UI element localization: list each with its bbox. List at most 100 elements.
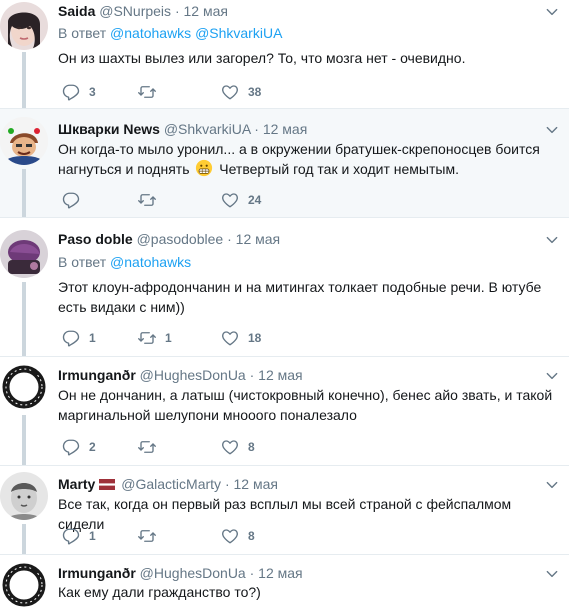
retweet-button[interactable]: [138, 437, 165, 457]
chevron-down-icon[interactable]: [545, 369, 559, 383]
tweet-header: Irmunganðr @HughesDonUa · 12 мая: [58, 366, 303, 384]
reply-mentions[interactable]: @natohawks: [110, 254, 191, 270]
like-button[interactable]: 18: [221, 328, 261, 348]
separator-dot: ·: [249, 565, 255, 581]
retweet-button[interactable]: [138, 190, 165, 210]
timestamp[interactable]: 12 мая: [263, 121, 307, 137]
tweet-text: Этот клоун-афродончанин и на митингах то…: [58, 279, 542, 315]
thread-line: [22, 524, 26, 554]
like-count: 18: [248, 331, 262, 345]
latvia-flag-icon: [99, 479, 116, 490]
like-count: 8: [248, 529, 255, 543]
heart-icon: [221, 191, 239, 209]
display-name[interactable]: Шкварки News: [58, 121, 160, 137]
heart-icon: [221, 83, 239, 101]
like-button[interactable]: 8: [221, 437, 255, 457]
tweet-header: Irmunganðr @HughesDonUa · 12 мая: [58, 564, 303, 582]
avatar[interactable]: [0, 230, 48, 278]
user-handle[interactable]: @HughesDonUa: [140, 367, 246, 383]
chevron-down-icon[interactable]: [545, 478, 559, 492]
heart-icon: [221, 527, 239, 545]
tweet-actions: 1 1 18: [58, 328, 358, 348]
reply-button[interactable]: 1: [62, 526, 96, 546]
tweet-header: Marty @GalacticMarty · 12 мая: [58, 475, 278, 493]
display-name[interactable]: Marty: [58, 476, 95, 492]
tweet-header: Шкварки News @ShkvarkiUA · 12 мая: [58, 120, 307, 138]
retweet-button[interactable]: 1: [138, 328, 172, 348]
retweet-button[interactable]: [138, 526, 165, 546]
reply-count: 3: [89, 85, 96, 99]
tweet[interactable]: Marty @GalacticMarty · 12 мая Все так, к…: [0, 466, 569, 555]
tweet[interactable]: Irmunganðr @HughesDonUa · 12 мая Как ему…: [0, 555, 569, 609]
like-count: 8: [248, 440, 255, 454]
avatar[interactable]: [0, 363, 48, 411]
user-handle[interactable]: @HughesDonUa: [140, 565, 246, 581]
reply-count: 1: [89, 529, 96, 543]
separator-dot: ·: [174, 3, 180, 19]
heart-icon: [221, 329, 239, 347]
separator-dot: ·: [254, 121, 259, 137]
tweet[interactable]: Saida @SNurpeis · 12 мая В ответ @natoha…: [0, 0, 569, 109]
tweet-text-part: Четвертый год так и ходит немытым.: [219, 161, 459, 177]
like-button[interactable]: 38: [221, 82, 261, 102]
like-button[interactable]: 8: [221, 526, 255, 546]
retweet-icon: [138, 191, 156, 209]
tweet-header: Saida @SNurpeis · 12 мая: [58, 2, 228, 20]
separator-dot: ·: [227, 231, 232, 247]
reply-button[interactable]: 1: [62, 328, 96, 348]
reply-mentions[interactable]: @natohawks @ShkvarkiUA: [110, 25, 282, 41]
tweet[interactable]: Шкварки News @ShkvarkiUA · 12 мая Он ког…: [0, 109, 569, 218]
reply-context: В ответ @natohawks @ShkvarkiUA: [58, 24, 282, 42]
reply-prefix: В ответ: [58, 254, 107, 270]
user-handle[interactable]: @SNurpeis: [99, 3, 171, 19]
like-button[interactable]: 24: [221, 190, 261, 210]
chevron-down-icon[interactable]: [545, 233, 559, 247]
timestamp[interactable]: 12 мая: [258, 367, 302, 383]
timestamp[interactable]: 12 мая: [258, 565, 302, 581]
display-name[interactable]: Irmunganðr: [58, 565, 136, 581]
chevron-down-icon[interactable]: [545, 567, 559, 581]
user-handle[interactable]: @GalacticMarty: [121, 476, 221, 492]
retweet-count: 1: [165, 331, 172, 345]
chevron-down-icon[interactable]: [545, 123, 559, 137]
avatar[interactable]: [0, 561, 48, 609]
tweet[interactable]: Irmunganðr @HughesDonUa · 12 мая Он не д…: [0, 357, 569, 466]
separator-dot: ·: [249, 367, 255, 383]
retweet-button[interactable]: [138, 82, 165, 102]
reply-icon: [62, 191, 80, 209]
display-name[interactable]: Irmunganðr: [58, 367, 136, 383]
reply-count: 1: [89, 331, 96, 345]
tweet-header: Paso doble @pasodoblee · 12 мая: [58, 230, 280, 248]
chevron-down-icon[interactable]: [545, 5, 559, 19]
tweet-actions: 1 8: [58, 526, 358, 546]
timestamp[interactable]: 12 мая: [184, 3, 228, 19]
thread-line: [22, 169, 26, 217]
timestamp[interactable]: 12 мая: [236, 231, 280, 247]
retweet-icon: [138, 329, 156, 347]
avatar[interactable]: [0, 472, 48, 520]
retweet-icon: [138, 83, 156, 101]
user-handle[interactable]: @pasodoblee: [137, 231, 224, 247]
reply-button[interactable]: [62, 190, 89, 210]
like-count: 38: [248, 85, 262, 99]
avatar[interactable]: [0, 2, 48, 50]
reply-button[interactable]: 3: [62, 82, 96, 102]
avatar[interactable]: [0, 117, 48, 165]
reply-icon: [62, 329, 80, 347]
thread-line: [22, 52, 26, 108]
heart-icon: [221, 438, 239, 456]
thread-line: [22, 282, 26, 356]
timestamp[interactable]: 12 мая: [234, 476, 278, 492]
display-name[interactable]: Saida: [58, 3, 95, 19]
retweet-icon: [138, 527, 156, 545]
reply-icon: [62, 438, 80, 456]
tweet-text: Он не дончанин, а латыш (чистокровный ко…: [58, 387, 553, 423]
tweet[interactable]: Paso doble @pasodoblee · 12 мая В ответ …: [0, 218, 569, 357]
reply-button[interactable]: 2: [62, 437, 96, 457]
display-name[interactable]: Paso doble: [58, 231, 133, 247]
user-handle[interactable]: @ShkvarkiUA: [164, 121, 251, 137]
tweet-text: Он когда-то мыло уронил... а в окружении…: [58, 139, 555, 179]
tweet-actions: 24: [58, 190, 358, 210]
reply-context: В ответ @natohawks: [58, 253, 191, 271]
like-count: 24: [248, 193, 262, 207]
